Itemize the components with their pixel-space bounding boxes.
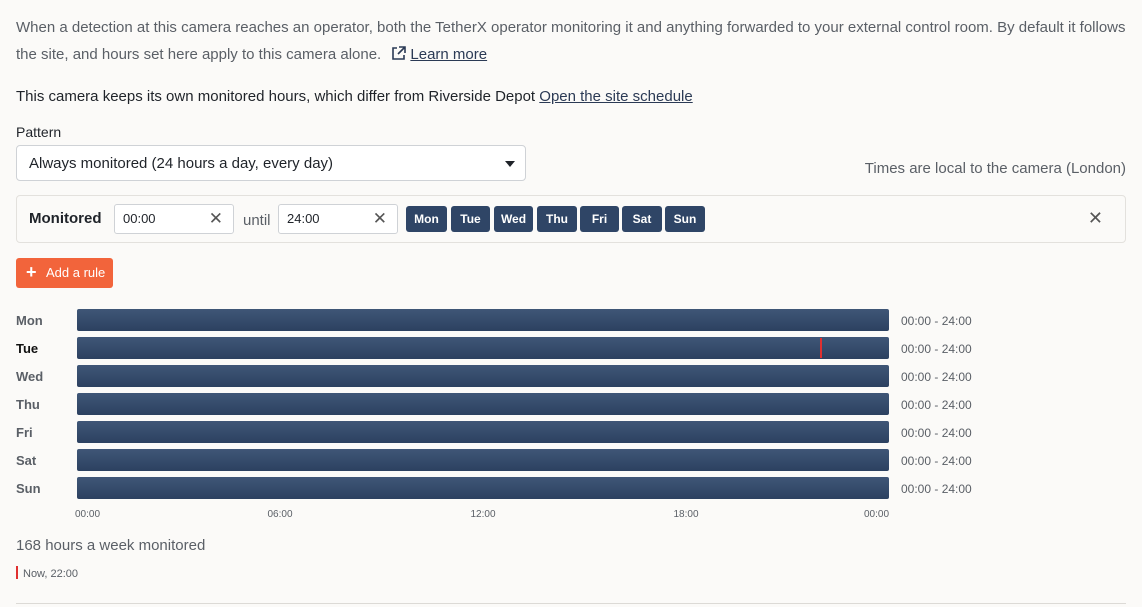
x-tick-label: 18:00 <box>673 509 699 520</box>
day-label-wed: Wed <box>16 369 44 384</box>
now-marker-swatch <box>16 566 18 579</box>
day-label-sat: Sat <box>16 453 37 468</box>
day-toggle-sun[interactable]: Sun <box>665 206 705 232</box>
day-label-tue: Tue <box>16 341 39 356</box>
pattern-label: Pattern <box>16 124 62 140</box>
range-label-sat: 00:00 - 24:00 <box>901 454 972 468</box>
day-toggle-sat[interactable]: Sat <box>622 206 662 232</box>
divider <box>16 603 1126 604</box>
x-tick-label: 06:00 <box>267 509 293 520</box>
rule-label: Monitored <box>29 210 102 227</box>
now-marker <box>820 338 822 358</box>
range-label-tue: 00:00 - 24:00 <box>901 342 972 356</box>
end-time-input[interactable] <box>287 211 367 226</box>
pattern-selected-value: Always monitored (24 hours a day, every … <box>29 155 334 172</box>
day-label-mon: Mon <box>16 313 43 328</box>
pattern-select[interactable]: Always monitored (24 hours a day, every … <box>16 145 526 181</box>
weekly-hours-summary: 168 hours a week monitored <box>16 537 206 554</box>
intro-description: When a detection at this camera reaches … <box>16 19 1126 63</box>
schedule-bar-mon <box>77 309 889 331</box>
schedule-bar-tue <box>77 337 889 359</box>
day-label-fri: Fri <box>16 425 33 440</box>
timezone-note: Times are local to the camera (London) <box>864 160 1126 177</box>
day-toggle-mon[interactable]: Mon <box>406 206 447 232</box>
start-time-field[interactable]: ✕ <box>114 204 234 234</box>
day-toggle-fri[interactable]: Fri <box>580 206 619 232</box>
range-label-thu: 00:00 - 24:00 <box>901 398 972 412</box>
schedule-bar-thu <box>77 393 889 415</box>
range-label-mon: 00:00 - 24:00 <box>901 314 972 328</box>
external-link-icon[interactable] <box>391 43 407 70</box>
learn-more-link[interactable]: Learn more <box>410 46 487 63</box>
schedule-bar-wed <box>77 365 889 387</box>
add-rule-button[interactable]: + Add a rule <box>16 258 113 288</box>
schedule-rule: Monitored ✕ until ✕ Mon Tue Wed Thu Fri … <box>16 195 1126 243</box>
end-time-field[interactable]: ✕ <box>278 204 398 234</box>
day-toggle-tue[interactable]: Tue <box>451 206 490 232</box>
add-rule-label: Add a rule <box>46 265 106 280</box>
range-label-wed: 00:00 - 24:00 <box>901 370 972 384</box>
range-label-fri: 00:00 - 24:00 <box>901 426 972 440</box>
start-time-input[interactable] <box>123 211 203 226</box>
day-label-sun: Sun <box>16 481 41 496</box>
day-toggle-wed[interactable]: Wed <box>494 206 533 232</box>
schedule-bar-fri <box>77 421 889 443</box>
x-tick-label: 00:00 <box>75 509 101 520</box>
schedule-notice: This camera keeps its own monitored hour… <box>16 88 693 105</box>
open-site-schedule-link[interactable]: Open the site schedule <box>539 88 692 105</box>
chevron-down-icon <box>505 161 515 167</box>
clear-end-time-icon[interactable]: ✕ <box>373 209 387 229</box>
notice-text: This camera keeps its own monitored hour… <box>16 88 536 105</box>
intro-text: When a detection at this camera reaches … <box>16 14 1126 70</box>
plus-icon: + <box>26 262 37 282</box>
range-label-sun: 00:00 - 24:00 <box>901 482 972 496</box>
now-legend-label: Now, 22:00 <box>23 568 79 580</box>
remove-rule-icon[interactable]: ✕ <box>1088 208 1103 229</box>
until-label: until <box>243 212 271 229</box>
schedule-bar-sat <box>77 449 889 471</box>
x-tick-label: 12:00 <box>470 509 496 520</box>
schedule-bar-sun <box>77 477 889 499</box>
day-label-thu: Thu <box>16 397 40 412</box>
now-legend: Now, 22:00 <box>16 566 78 580</box>
day-toggle-thu[interactable]: Thu <box>537 206 577 232</box>
x-tick-label: 00:00 <box>864 509 890 520</box>
clear-start-time-icon[interactable]: ✕ <box>209 209 223 229</box>
